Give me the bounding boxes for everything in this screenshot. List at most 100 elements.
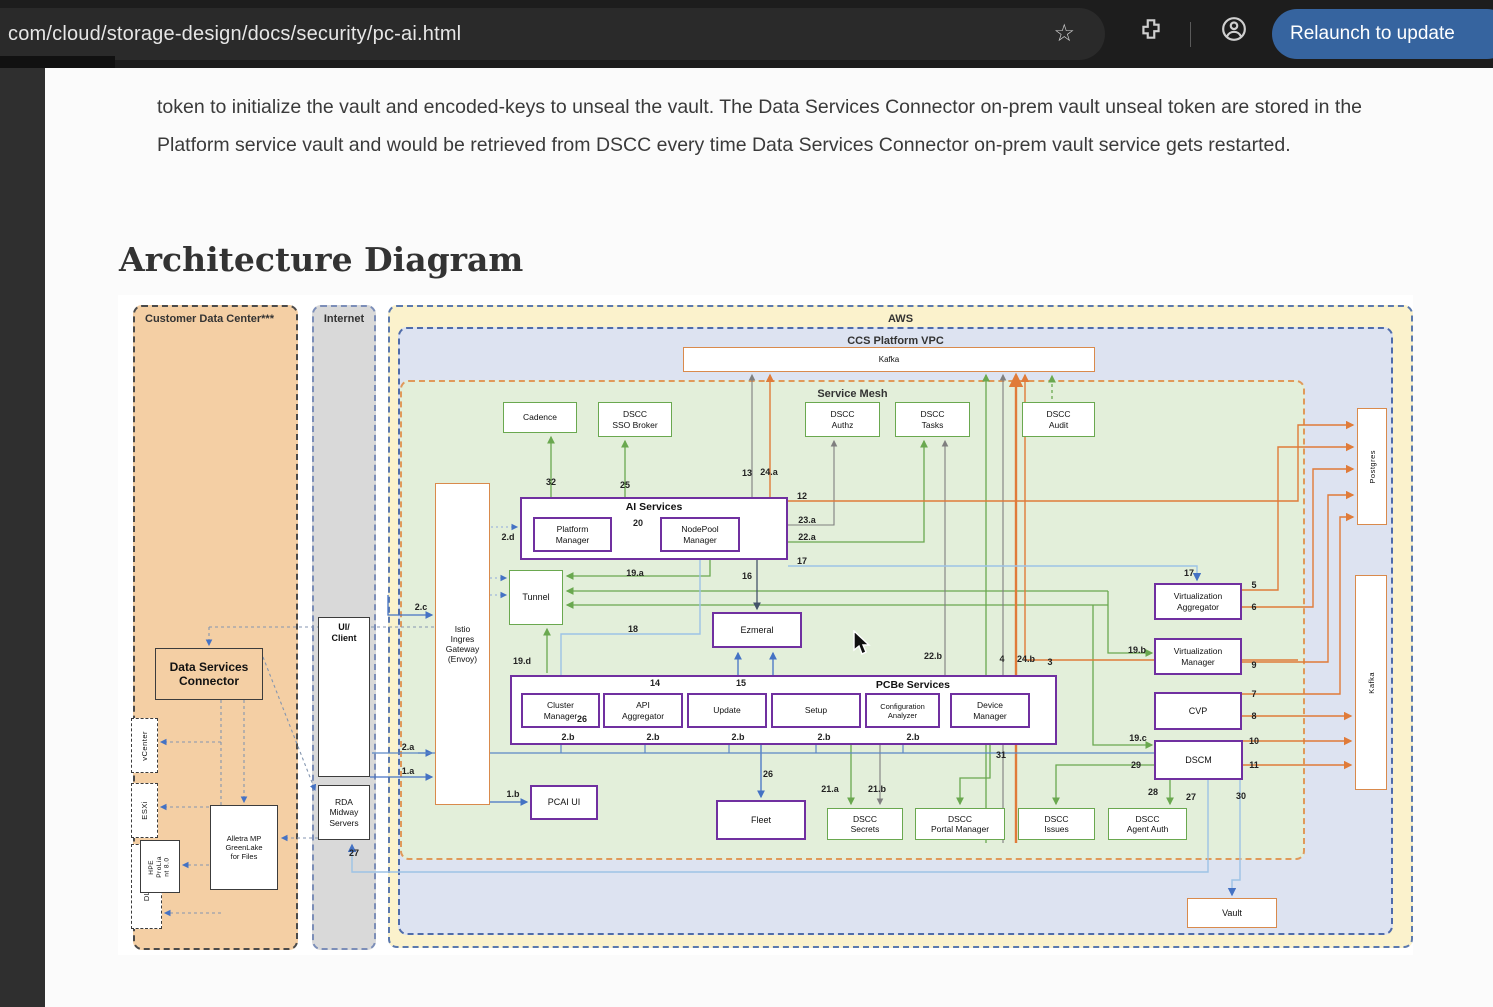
url-text[interactable]: com/cloud/storage-design/docs/security/p…: [8, 23, 461, 46]
browser-toolbar: com/cloud/storage-design/docs/security/p…: [0, 0, 1493, 68]
edge-label-2.b: 2.b: [646, 732, 659, 742]
edge-label-19.b: 19.b: [1128, 645, 1146, 655]
region-label: Customer Data Center***: [145, 313, 274, 325]
toolbar-divider: [1190, 22, 1191, 47]
edge-label-4: 4: [999, 654, 1004, 664]
tunnel: Tunnel: [509, 570, 563, 625]
edge-label-18: 18: [628, 624, 638, 634]
edge-label-29: 29: [1131, 760, 1141, 770]
window-corner: [0, 56, 115, 68]
edge-label-27: 27: [349, 848, 359, 858]
dscc-audit: DSCC Audit: [1022, 402, 1095, 437]
diagram-canvas: Customer Data Center*** Internet AWS CCS…: [118, 295, 1413, 955]
edge-label-2.b: 2.b: [561, 732, 574, 742]
ui-client: UI/ Client: [318, 617, 370, 777]
address-bar[interactable]: com/cloud/storage-design/docs/security/p…: [0, 8, 1105, 60]
edge-label-2.d: 2.d: [501, 532, 514, 542]
kafka-bar: Kafka: [683, 347, 1095, 372]
cvp: CVP: [1154, 692, 1242, 730]
dscc-sso-broker: DSCC SSO Broker: [598, 402, 672, 437]
postgres: Postgres: [1357, 408, 1387, 525]
nodepool-manager: NodePool Manager: [660, 517, 740, 552]
setup: Setup: [771, 693, 861, 728]
pcai-ui: PCAI UI: [530, 785, 598, 820]
mouse-cursor: [852, 630, 876, 658]
edge-label-2.c: 2.c: [415, 602, 428, 612]
region-label: CCS Platform VPC: [400, 335, 1391, 347]
dscc-authz: DSCC Authz: [805, 402, 880, 437]
edge-label-23.a: 23.a: [798, 515, 816, 525]
dscm: DSCM: [1154, 740, 1243, 780]
edge-label-17: 17: [797, 556, 807, 566]
ezmeral: Ezmeral: [712, 612, 802, 648]
extensions-icon[interactable]: [1138, 16, 1164, 47]
edge-label-1.b: 1.b: [506, 789, 519, 799]
cadence: Cadence: [503, 402, 577, 433]
edge-label-5: 5: [1251, 580, 1256, 590]
edge-label-20: 20: [633, 518, 643, 528]
page-heading: Architecture Diagram: [119, 240, 523, 279]
body-paragraph: token to initialize the vault and encode…: [157, 88, 1427, 164]
rda-midway-servers: RDA Midway Servers: [318, 785, 370, 840]
edge-label-17: 17: [1184, 568, 1194, 578]
edge-label-25: 25: [620, 480, 630, 490]
dscc-issues: DSCC Issues: [1018, 808, 1095, 840]
edge-label-2.b: 2.b: [731, 732, 744, 742]
edge-label-22.a: 22.a: [798, 532, 816, 542]
edge-label-8: 8: [1251, 711, 1256, 721]
edge-label-32: 32: [546, 477, 556, 487]
edge-label-15: 15: [736, 678, 746, 688]
api-aggregator: API Aggregator: [603, 693, 683, 728]
virtualization-aggregator: Virtualization Aggregator: [1154, 583, 1242, 620]
vault: Vault: [1187, 898, 1277, 928]
dscc-secrets: DSCC Secrets: [827, 808, 903, 840]
edge-label-2.b: 2.b: [817, 732, 830, 742]
vcenter: vCenter: [131, 718, 158, 773]
region-label: Internet: [314, 313, 374, 325]
data-services-connector: Data Services Connector: [155, 648, 263, 700]
profile-icon[interactable]: [1221, 16, 1247, 47]
edge-label-14: 14: [650, 678, 660, 688]
kafka-vertical: Kafka: [1355, 575, 1387, 790]
edge-label-12: 12: [797, 491, 807, 501]
ai-services-title: AI Services: [522, 501, 786, 514]
hpe-proliant: HPE ProLia nt 8.0: [140, 840, 180, 893]
virtualization-manager: Virtualization Manager: [1154, 638, 1242, 675]
pcbe-services-title: PCBe Services: [512, 679, 1055, 692]
edge-label-3: 3: [1047, 657, 1052, 667]
device-manager: Device Manager: [950, 693, 1030, 728]
edge-label-21.b: 21.b: [868, 784, 886, 794]
edge-label-28: 28: [1148, 787, 1158, 797]
edge-label-31: 31: [996, 750, 1006, 760]
edge-label-26: 26: [763, 769, 773, 779]
edge-label-30: 30: [1236, 791, 1246, 801]
edge-label-2.b: 2.b: [906, 732, 919, 742]
edge-label-10: 10: [1249, 736, 1259, 746]
edge-label-19.d: 19.d: [513, 656, 531, 666]
alletra-mp-greenlake: Alletra MP GreenLake for Files: [210, 805, 278, 890]
edge-label-22.b: 22.b: [924, 651, 942, 661]
edge-label-9: 9: [1251, 660, 1256, 670]
left-dark-strip: [0, 68, 45, 1007]
dscc-agent-auth: DSCC Agent Auth: [1108, 808, 1187, 840]
edge-label-26: 26: [577, 714, 587, 724]
edge-label-19.a: 19.a: [626, 568, 644, 578]
edge-label-19.c: 19.c: [1129, 733, 1147, 743]
relaunch-button[interactable]: Relaunch to update: [1272, 9, 1493, 59]
platform-manager: Platform Manager: [533, 517, 612, 552]
fleet: Fleet: [716, 800, 806, 840]
edge-label-11: 11: [1249, 760, 1259, 770]
edge-label-2.a: 2.a: [402, 742, 415, 752]
update: Update: [687, 693, 767, 728]
edge-label-13: 13: [742, 468, 752, 478]
bookmark-star-icon[interactable]: ☆: [1053, 19, 1075, 48]
edge-label-6: 6: [1251, 602, 1256, 612]
edge-label-24.a: 24.a: [760, 467, 778, 477]
edge-label-16: 16: [742, 571, 752, 581]
dscc-portal-manager: DSCC Portal Manager: [915, 808, 1005, 840]
region-label: Service Mesh: [402, 388, 1303, 400]
esxi: ESXi: [131, 783, 158, 838]
istio-ingress-gateway: Istio Ingres Gateway (Envoy): [435, 483, 490, 805]
edge-label-21.a: 21.a: [821, 784, 839, 794]
configuration-analyzer: Configuration Analyzer: [865, 693, 940, 728]
